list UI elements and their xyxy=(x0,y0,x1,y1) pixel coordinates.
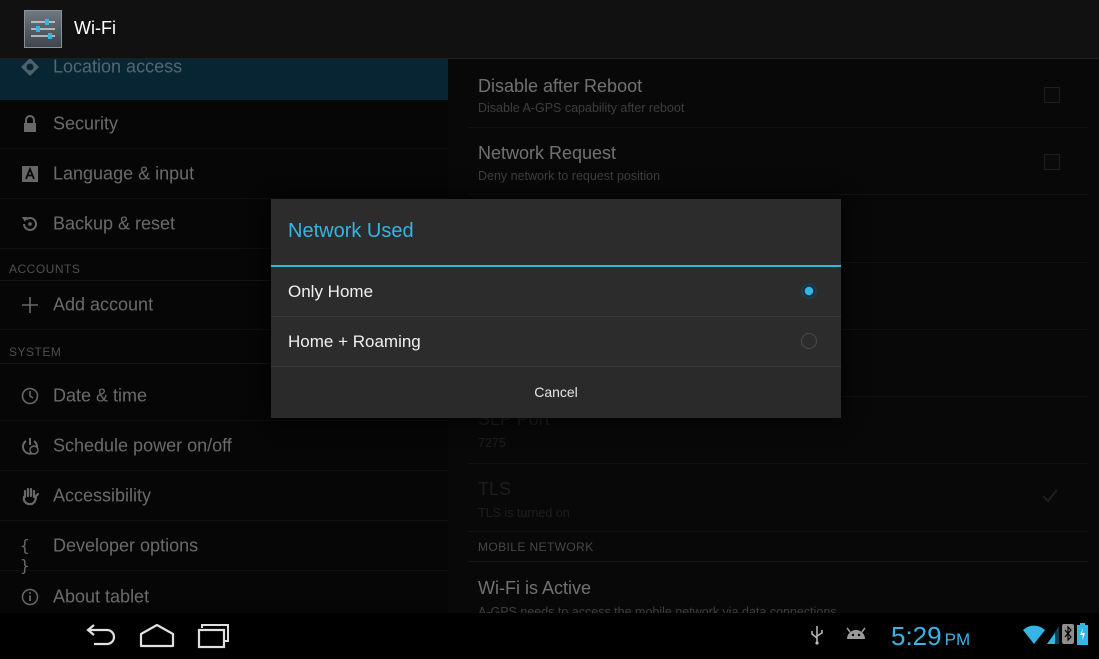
home-icon[interactable] xyxy=(137,621,177,651)
android-icon xyxy=(846,627,866,639)
page-title: Wi-Fi xyxy=(74,18,116,38)
bluetooth-icon xyxy=(1062,624,1074,644)
option-label: Only Home xyxy=(288,281,374,301)
option-only-home[interactable]: Only Home xyxy=(271,267,841,317)
navigation-bar: 5:29 PM xyxy=(0,613,1099,659)
radio-selected[interactable] xyxy=(801,282,817,299)
signal-icon xyxy=(1047,626,1059,644)
back-icon[interactable] xyxy=(80,621,120,651)
dialog-title: Network Used xyxy=(288,220,414,242)
status-clock: 5:29 PM xyxy=(891,621,971,651)
option-home-roaming[interactable]: Home + Roaming xyxy=(271,317,841,367)
radio-unselected[interactable] xyxy=(801,332,817,349)
cancel-button[interactable]: Cancel xyxy=(271,367,841,418)
recent-apps-icon[interactable] xyxy=(194,621,234,651)
action-bar: Wi-Fi xyxy=(0,0,1099,59)
option-label: Home + Roaming xyxy=(288,331,421,351)
battery-icon xyxy=(1077,623,1088,645)
network-used-dialog: Network Used Only Home Home + Roaming Ca… xyxy=(271,199,841,418)
wifi-icon xyxy=(1023,625,1045,644)
usb-icon xyxy=(811,626,823,645)
settings-sliders-icon[interactable] xyxy=(24,10,62,48)
